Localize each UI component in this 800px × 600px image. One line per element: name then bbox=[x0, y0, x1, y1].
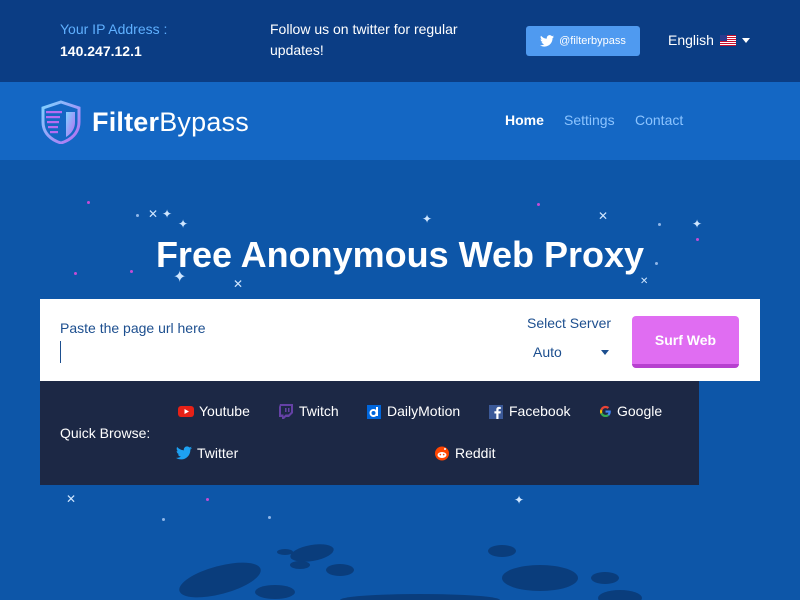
language-selector[interactable]: English bbox=[668, 32, 750, 48]
reddit-icon bbox=[435, 446, 449, 461]
url-input[interactable] bbox=[60, 341, 500, 363]
language-label: English bbox=[668, 32, 714, 48]
dailymotion-icon bbox=[367, 405, 381, 419]
quick-link-twitter[interactable]: Twitter bbox=[176, 445, 238, 461]
quick-link-twitch[interactable]: Twitch bbox=[278, 403, 339, 419]
shield-logo-icon bbox=[41, 100, 81, 144]
nav-link-settings[interactable]: Settings bbox=[564, 112, 615, 128]
twitch-icon bbox=[279, 404, 293, 419]
quick-link-google[interactable]: Google bbox=[599, 403, 662, 419]
logo-word-bypass: Bypass bbox=[159, 106, 249, 137]
surf-web-button[interactable]: Surf Web bbox=[632, 316, 739, 368]
chevron-down-icon bbox=[741, 37, 750, 43]
quick-link-label: Facebook bbox=[509, 403, 571, 419]
quick-browse-label: Quick Browse: bbox=[60, 425, 151, 441]
caret-down-icon bbox=[601, 349, 609, 355]
twitter-handle: @filterbypass bbox=[559, 35, 626, 47]
quick-link-label: Reddit bbox=[455, 445, 496, 461]
logo-word-filter: Filter bbox=[92, 106, 160, 137]
quick-link-label: Youtube bbox=[199, 403, 250, 419]
quick-link-label: Twitch bbox=[299, 403, 339, 419]
facebook-icon bbox=[489, 405, 503, 419]
youtube-icon bbox=[178, 406, 194, 417]
ip-address-label: Your IP Address : bbox=[60, 21, 168, 37]
quick-link-label: DailyMotion bbox=[387, 403, 461, 419]
quick-link-youtube[interactable]: Youtube bbox=[178, 403, 250, 419]
quick-link-label: Twitter bbox=[197, 445, 239, 461]
nav-link-home[interactable]: Home bbox=[505, 112, 544, 128]
server-select-label: Select Server bbox=[527, 315, 612, 331]
us-flag-icon bbox=[719, 34, 736, 46]
twitter-bird-icon bbox=[540, 35, 555, 47]
follow-twitter-text: Follow us on twitter for regular updates… bbox=[270, 21, 458, 58]
twitter-icon bbox=[176, 446, 192, 460]
server-select-value: Auto bbox=[533, 344, 562, 360]
site-logo[interactable]: FilterBypass bbox=[40, 100, 249, 144]
logo-wordmark: FilterBypass bbox=[92, 107, 249, 138]
quick-link-dailymotion[interactable]: DailyMotion bbox=[366, 403, 460, 419]
quick-link-facebook[interactable]: Facebook bbox=[488, 403, 570, 419]
url-input-label: Paste the page url here bbox=[60, 320, 206, 336]
top-info-bar: Your IP Address : 140.247.12.1 Follow us… bbox=[0, 0, 800, 82]
url-form: Paste the page url here Select Server Au… bbox=[40, 299, 760, 381]
server-select[interactable]: Auto bbox=[533, 341, 613, 363]
hero-title: Free Anonymous Web Proxy bbox=[155, 234, 645, 275]
twitter-follow-button[interactable]: @filterbypass bbox=[526, 26, 640, 56]
quick-browse-panel: Quick Browse: Youtube Twitch DailyMotion… bbox=[40, 381, 699, 485]
quick-link-reddit[interactable]: Reddit bbox=[434, 445, 495, 461]
main-navbar: FilterBypass Home Settings Contact bbox=[0, 82, 800, 160]
ip-address-value: 140.247.12.1 bbox=[60, 43, 142, 59]
quick-link-label: Google bbox=[617, 403, 663, 419]
google-icon bbox=[599, 405, 611, 417]
hero-section: ✕ ✦ ✦ ✦ ✕ ✦ ✦ ✕ ✕ ✕ ✦ Free Anonymous Web… bbox=[0, 160, 800, 600]
nav-link-contact[interactable]: Contact bbox=[635, 112, 683, 128]
